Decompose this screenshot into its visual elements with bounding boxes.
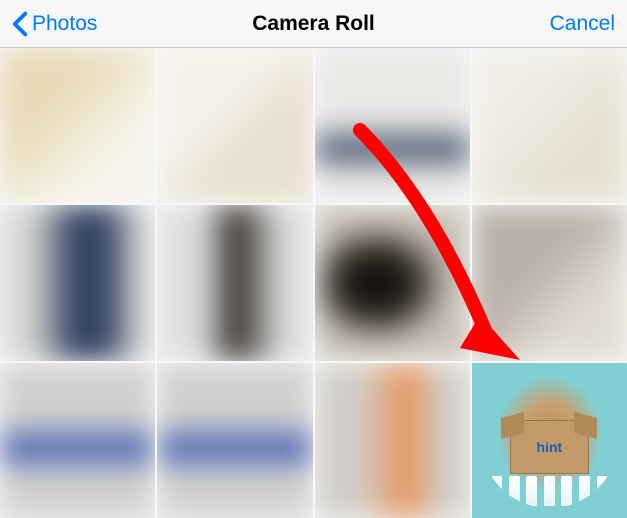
photo-thumbnail[interactable]: [157, 48, 312, 203]
product-image: hint: [481, 372, 618, 509]
box-graphic: hint: [510, 420, 589, 475]
back-label: Photos: [32, 12, 97, 36]
chevron-left-icon: [12, 11, 28, 37]
photo-thumbnail[interactable]: [0, 48, 155, 203]
photo-thumbnail[interactable]: [0, 205, 155, 360]
photo-grid: hint: [0, 48, 627, 518]
photo-thumbnail[interactable]: [315, 205, 470, 360]
page-title: Camera Roll: [252, 12, 375, 36]
brand-text: hint: [537, 439, 563, 455]
photo-thumbnail[interactable]: [472, 205, 627, 360]
photo-thumbnail[interactable]: [315, 363, 470, 518]
photo-thumbnail[interactable]: [0, 363, 155, 518]
cancel-button[interactable]: Cancel: [550, 12, 615, 36]
photo-thumbnail[interactable]: [157, 205, 312, 360]
photo-thumbnail-highlighted[interactable]: hint: [472, 363, 627, 518]
photo-thumbnail[interactable]: [472, 48, 627, 203]
photo-thumbnail[interactable]: [157, 363, 312, 518]
back-button[interactable]: Photos: [12, 11, 97, 37]
bottles-graphic: [481, 476, 618, 506]
navigation-bar: Photos Camera Roll Cancel: [0, 0, 627, 48]
photo-thumbnail[interactable]: [315, 48, 470, 203]
